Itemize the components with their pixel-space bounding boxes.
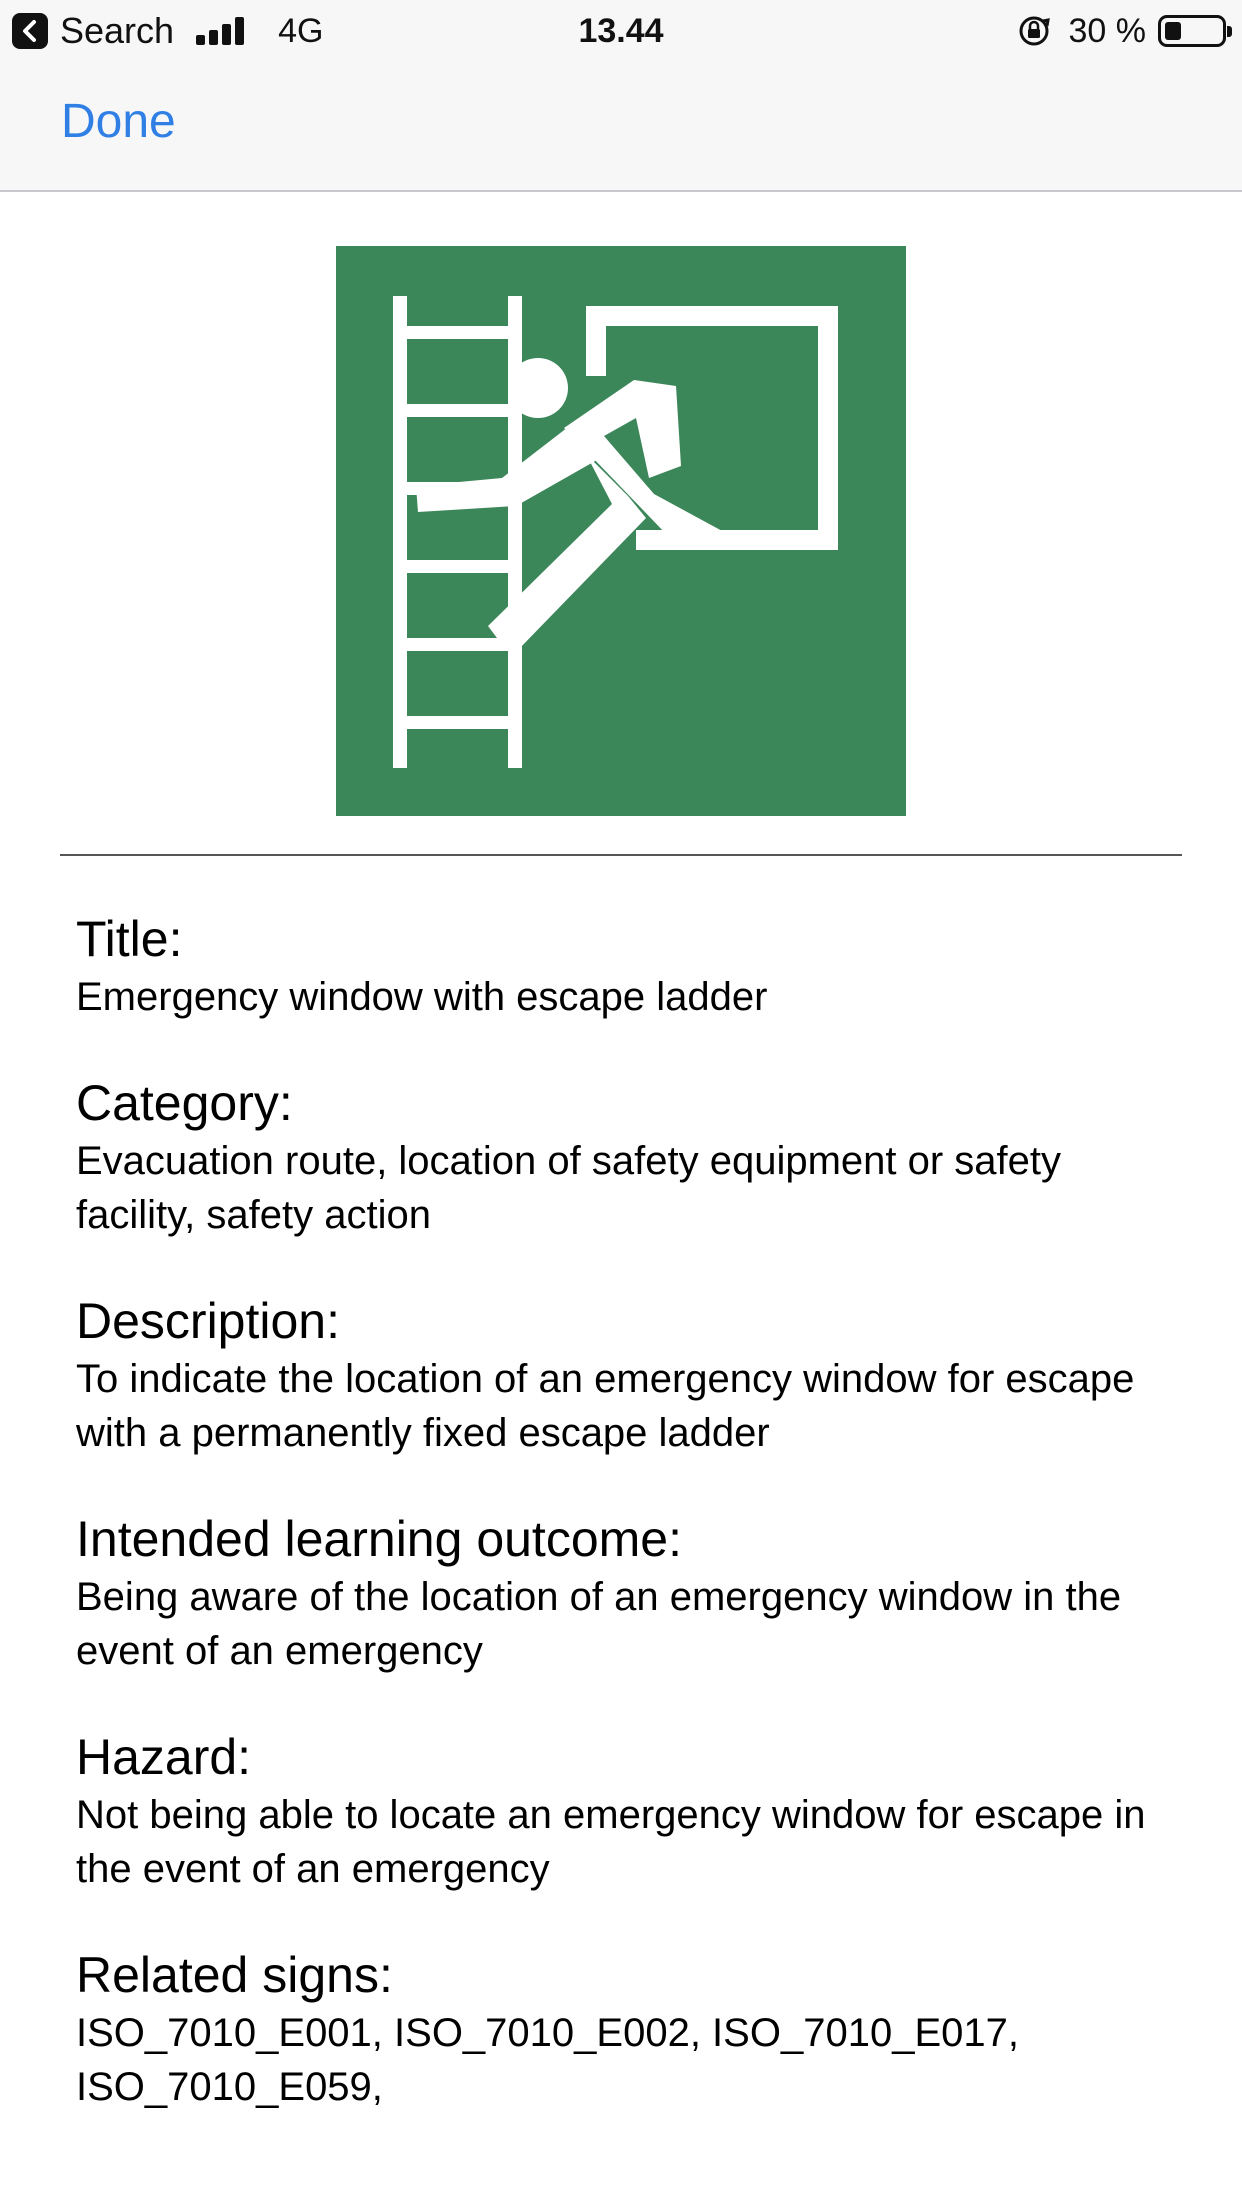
done-button[interactable]: Done bbox=[61, 94, 176, 149]
learning-outcome-label: Intended learning outcome: bbox=[76, 1511, 682, 1567]
battery-percent: 30 % bbox=[1068, 11, 1147, 50]
navigation-bar: Done bbox=[0, 62, 1242, 192]
title-value: Emergency window with escape ladder bbox=[76, 975, 768, 1019]
emergency-window-escape-ladder-icon bbox=[336, 246, 906, 816]
sign-detail-screen: Search 4G 13.44 30 % Done Title: Emergen… bbox=[0, 0, 1242, 2208]
hazard-label: Hazard: bbox=[76, 1729, 252, 1785]
category-value: Evacuation route, location of safety equ… bbox=[76, 1139, 1062, 1237]
hazard-field: Hazard: Not being able to locate an emer… bbox=[76, 1726, 1186, 1896]
battery-nub bbox=[1227, 26, 1232, 37]
battery-level-fill bbox=[1165, 22, 1181, 40]
learning-outcome-value: Being aware of the location of an emerge… bbox=[76, 1575, 1122, 1673]
category-field: Category: Evacuation route, location of … bbox=[76, 1072, 1186, 1242]
learning-outcome-field: Intended learning outcome: Being aware o… bbox=[76, 1508, 1186, 1678]
related-signs-value: ISO_7010_E001, ISO_7010_E002, ISO_7010_E… bbox=[76, 2011, 1019, 2109]
category-label: Category: bbox=[76, 1075, 293, 1131]
rotation-lock-icon bbox=[1017, 14, 1051, 48]
title-field: Title: Emergency window with escape ladd… bbox=[76, 908, 1186, 1024]
description-field: Description: To indicate the location of… bbox=[76, 1290, 1186, 1460]
description-value: To indicate the location of an emergency… bbox=[76, 1357, 1135, 1455]
title-label: Title: bbox=[76, 911, 183, 967]
status-right: 30 % bbox=[1017, 10, 1232, 52]
divider bbox=[60, 854, 1182, 856]
description-label: Description: bbox=[76, 1293, 340, 1349]
related-signs-label: Related signs: bbox=[76, 1947, 393, 2003]
sign-details: Title: Emergency window with escape ladd… bbox=[76, 908, 1186, 2162]
related-signs-field: Related signs: ISO_7010_E001, ISO_7010_E… bbox=[76, 1944, 1186, 2114]
status-bar: Search 4G 13.44 30 % bbox=[0, 0, 1242, 62]
hazard-value: Not being able to locate an emergency wi… bbox=[76, 1793, 1146, 1891]
battery-icon bbox=[1158, 15, 1232, 47]
